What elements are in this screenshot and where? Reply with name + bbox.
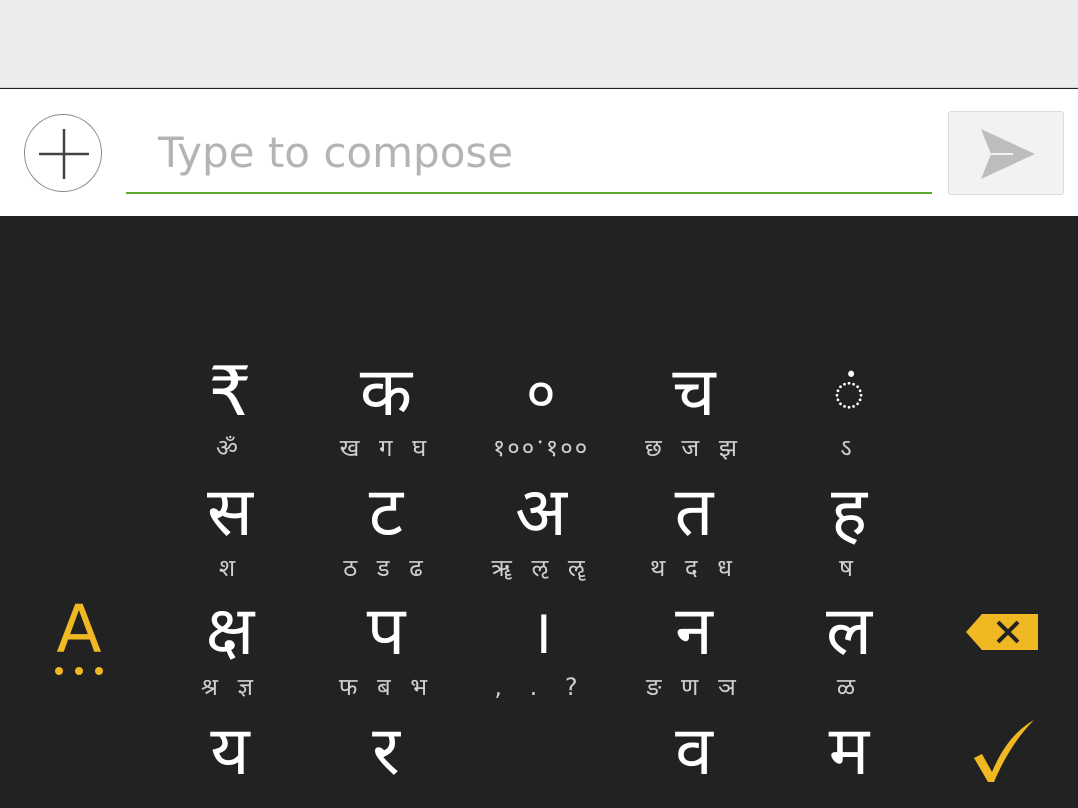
key-main-label (474, 712, 608, 792)
key-rupee[interactable]: ₹ ॐ (163, 353, 297, 471)
key-alt-labels: ॠ ऌ ॡ (491, 554, 591, 582)
key-alt-labels: ठ ड ढ (343, 554, 429, 582)
key-tta[interactable]: ट ठ ड ढ (319, 473, 453, 591)
key-main-label: ल (825, 592, 873, 671)
key-danda[interactable]: । , . ? (474, 592, 608, 710)
key-main-label: र (372, 712, 400, 791)
key-ksha[interactable]: क्ष श्र ज्ञ (163, 592, 297, 710)
key-a[interactable]: अ ॠ ऌ ॡ (474, 473, 608, 591)
key-alt-labels: ळ (836, 673, 862, 701)
key-main-label: य (210, 712, 250, 791)
key-alt-labels: थ द ध (649, 554, 739, 582)
key-alt-labels: फ ब भ (338, 673, 434, 701)
backspace-key[interactable] (964, 610, 1042, 654)
key-main-label: ह (830, 473, 868, 552)
key-ha[interactable]: ह ष (782, 473, 916, 591)
key-na[interactable]: न ङ ण ञ (627, 592, 761, 710)
key-anusvara[interactable]: ◌ं ऽ (782, 353, 916, 471)
backspace-icon (966, 614, 1038, 650)
key-alt-labels: छ ज झ (644, 434, 744, 462)
enter-key[interactable] (968, 718, 1038, 784)
key-main-label: म (828, 712, 870, 791)
key-main-label: व (675, 712, 713, 791)
send-button[interactable] (948, 111, 1064, 195)
key-ca[interactable]: च छ ज झ (627, 353, 761, 471)
key-pa[interactable]: प फ ब भ (319, 592, 453, 710)
language-label: A (56, 591, 102, 668)
key-ka[interactable]: क ख ग घ (319, 353, 453, 471)
key-main-label: क (359, 353, 413, 432)
key-va[interactable]: व (627, 712, 761, 808)
key-main-label: ० (525, 359, 557, 427)
language-switch-key[interactable]: A (44, 595, 114, 685)
key-alt-labels: १००ॱ१०० (492, 434, 590, 462)
add-attachment-button[interactable] (24, 114, 102, 192)
key-alt-labels: श (218, 554, 242, 582)
key-alt-labels: ङ ण ञ (646, 673, 742, 701)
key-ma[interactable]: म (782, 712, 916, 808)
key-main-label: अ (515, 473, 567, 552)
key-main-label: त (674, 473, 714, 552)
key-main-label: ₹ (208, 353, 252, 432)
key-space[interactable] (474, 712, 608, 808)
key-ta[interactable]: त थ द ध (627, 473, 761, 591)
key-alt-labels: श्र ज्ञ (200, 673, 259, 701)
checkmark-icon (974, 720, 1034, 782)
key-alt-labels: ष (839, 554, 859, 582)
key-main-label: । (529, 595, 553, 668)
key-alt-labels: ख ग घ (339, 434, 433, 462)
key-main-label: ◌ं (832, 361, 866, 424)
key-la[interactable]: ल ळ (782, 592, 916, 710)
key-sa[interactable]: स श (163, 473, 297, 591)
compose-input[interactable] (126, 112, 932, 194)
key-zero[interactable]: ० १००ॱ१०० (474, 353, 608, 471)
send-icon (981, 129, 1035, 179)
more-dots-icon (55, 667, 103, 677)
plus-icon (39, 129, 89, 179)
key-main-label: ट (368, 473, 404, 552)
key-alt-labels: , . ? (494, 673, 588, 701)
key-alt-labels: ऽ (840, 434, 858, 462)
key-main-label: न (675, 592, 713, 671)
key-main-label: प (366, 592, 406, 671)
key-alt-labels: ॐ (216, 434, 244, 462)
key-main-label: स (207, 473, 253, 552)
top-status-area (0, 0, 1078, 88)
key-main-label: च (672, 353, 716, 432)
key-ra[interactable]: र (319, 712, 453, 808)
key-main-label: क्ष (205, 592, 255, 671)
key-ya[interactable]: य (163, 712, 297, 808)
